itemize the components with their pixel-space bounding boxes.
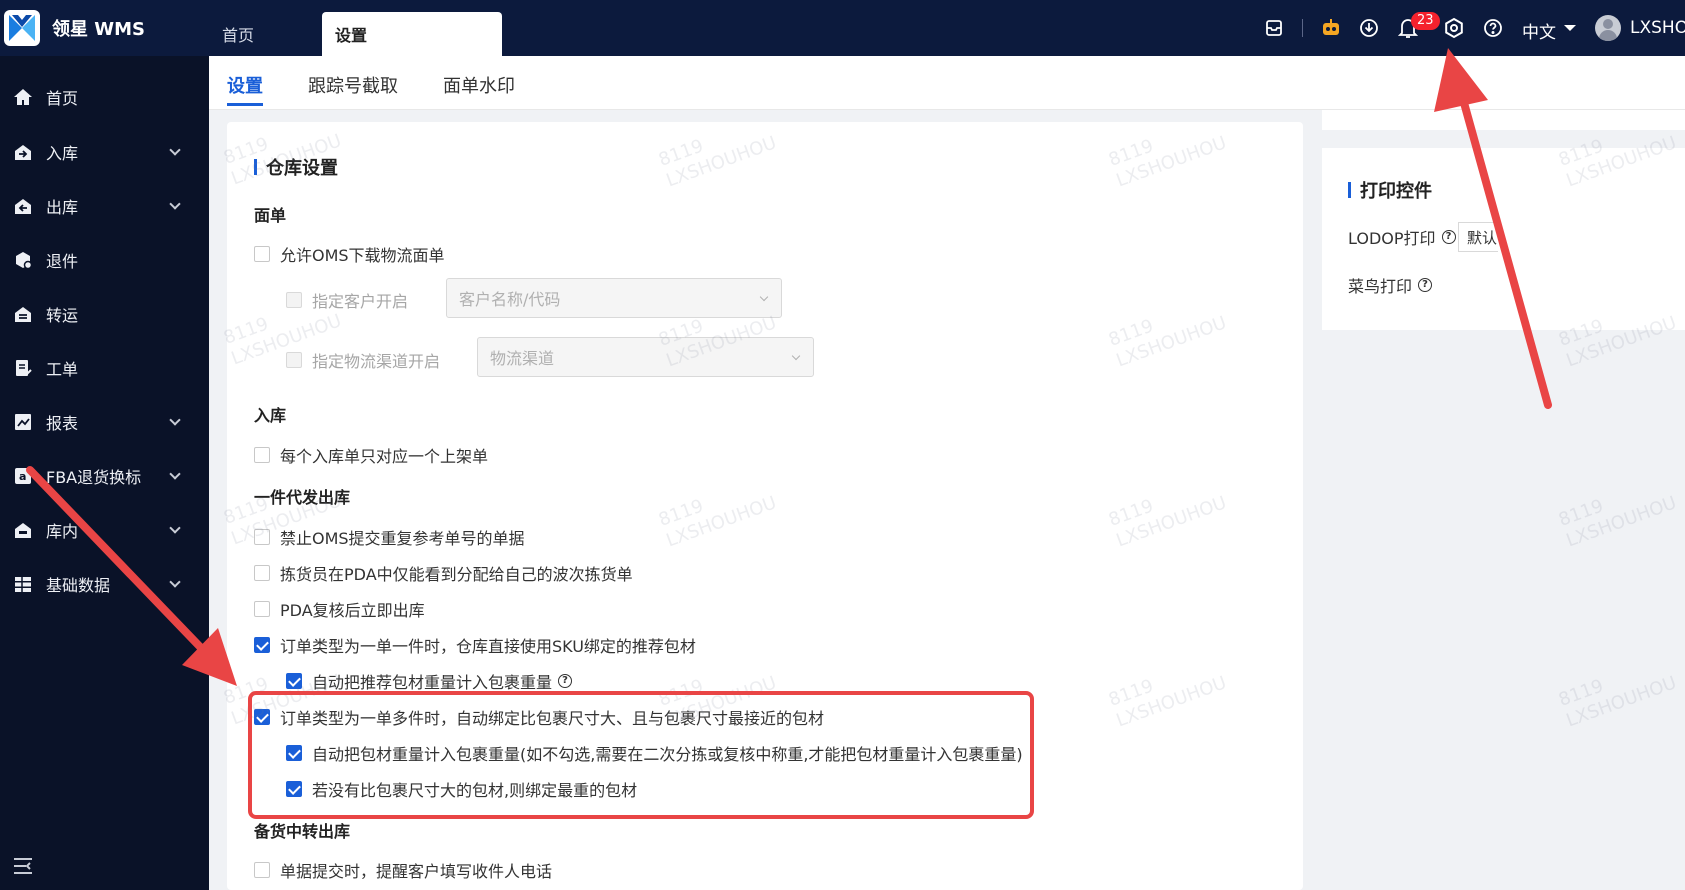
- checkbox[interactable]: [254, 246, 270, 262]
- sidebar-item-inbound[interactable]: 入库: [0, 132, 209, 172]
- sidebar-item-home[interactable]: 首页: [0, 77, 209, 117]
- header-divider: [1302, 19, 1303, 37]
- active-tab-indicator: [227, 103, 263, 106]
- top-tab-settings[interactable]: 设置: [322, 12, 502, 56]
- robot-icon[interactable]: [1319, 16, 1343, 40]
- tab-tracking-number[interactable]: 跟踪号截取: [308, 72, 398, 98]
- chevron-down-icon: [169, 576, 181, 588]
- sidebar-item-label: 库内: [46, 522, 79, 541]
- sidebar-item-label: 转运: [46, 306, 79, 325]
- sidebar-item-outbound[interactable]: 出库: [0, 186, 209, 226]
- help-icon[interactable]: [1481, 16, 1505, 40]
- group-label-inbound: 入库: [254, 406, 287, 425]
- avatar[interactable]: [1595, 15, 1621, 41]
- channel-select: 物流渠道: [477, 337, 814, 377]
- group-label-stocking: 备货中转出库: [254, 822, 351, 841]
- sidebar-item-label: 退件: [46, 252, 79, 271]
- sidebar-item-base-data[interactable]: 基础数据: [0, 564, 209, 604]
- checkbox[interactable]: [254, 565, 270, 581]
- lodop-printer-select[interactable]: 默认: [1458, 222, 1498, 252]
- watermark: 8119 LXSHOUHOU: [1555, 672, 1680, 732]
- sidebar-item-fba-relabel[interactable]: a FBA退货换标: [0, 456, 209, 496]
- gear-icon[interactable]: [1442, 16, 1466, 40]
- chevron-down-icon: [169, 468, 181, 480]
- home-icon: [12, 86, 34, 108]
- notification-badge: 23: [1411, 12, 1440, 30]
- settings-subtabs: [209, 56, 1685, 110]
- option-allow-oms-download[interactable]: 允许OMS下载物流面单: [254, 242, 445, 266]
- sidebar-item-label: 出库: [46, 198, 79, 217]
- svg-text:a: a: [19, 470, 26, 483]
- chevron-down-icon: [169, 144, 181, 156]
- inbound-icon: [12, 141, 34, 163]
- checkbox: [286, 352, 302, 368]
- checkbox[interactable]: [254, 447, 270, 463]
- watermark: 8119 LXSHOUHOU: [1555, 492, 1680, 552]
- checkbox[interactable]: [254, 601, 270, 617]
- chevron-down-icon: [169, 522, 181, 534]
- sidebar-item-label: 首页: [46, 89, 79, 108]
- report-icon: [12, 411, 34, 433]
- tab-label-watermark[interactable]: 面单水印: [443, 72, 515, 98]
- workorder-icon: [12, 357, 34, 379]
- group-label-waybill: 面单: [254, 206, 287, 225]
- option-pda-ship-after-review[interactable]: PDA复核后立即出库: [254, 597, 425, 621]
- sidebar-item-label: 基础数据: [46, 576, 111, 595]
- database-icon: [12, 573, 34, 595]
- checkbox[interactable]: [254, 862, 270, 878]
- option-remind-phone[interactable]: 单据提交时，提醒客户填写收件人电话: [254, 858, 552, 882]
- sidebar-item-report[interactable]: 报表: [0, 402, 209, 442]
- warehouse-icon: [12, 519, 34, 541]
- option-inbound-one-shelf[interactable]: 每个入库单只对应一个上架单: [254, 443, 488, 467]
- chevron-down-icon[interactable]: [1564, 25, 1576, 31]
- chevron-down-icon: [169, 198, 181, 210]
- collapse-sidebar-icon[interactable]: [12, 856, 34, 876]
- annotation-highlight-box: [248, 691, 1034, 819]
- download-icon[interactable]: [1357, 16, 1381, 40]
- option-picker-own-wave[interactable]: 拣货员在PDA中仅能看到分配给自己的波次拣货单: [254, 561, 633, 585]
- sidebar-item-workorder[interactable]: 工单: [0, 348, 209, 388]
- language-switch[interactable]: 中文: [1522, 18, 1556, 43]
- cainiao-print-row: 菜鸟打印 ?: [1348, 273, 1433, 297]
- return-icon: [12, 249, 34, 271]
- checkbox-checked[interactable]: [254, 637, 270, 653]
- amazon-icon: a: [12, 465, 34, 487]
- top-tab-home[interactable]: 首页: [222, 12, 254, 56]
- sidebar-item-in-warehouse[interactable]: 库内: [0, 510, 209, 550]
- option-specify-channel: 指定物流渠道开启: [286, 348, 440, 372]
- print-settings-title: 打印控件: [1348, 177, 1432, 203]
- app-logo[interactable]: 领星 WMS: [0, 0, 209, 56]
- help-icon[interactable]: ?: [1441, 230, 1456, 244]
- chevron-down-icon: [169, 414, 181, 426]
- lodop-print-row: LODOP打印 ?: [1348, 225, 1456, 249]
- sidebar-item-label: 入库: [46, 144, 79, 163]
- help-icon[interactable]: ?: [558, 674, 573, 688]
- outbound-icon: [12, 195, 34, 217]
- username[interactable]: LXSHO: [1630, 18, 1685, 38]
- sidebar-item-label: FBA退货换标: [46, 468, 142, 487]
- inbox-icon[interactable]: [1262, 16, 1286, 40]
- transfer-icon: [12, 303, 34, 325]
- sidebar-item-returns[interactable]: 退件: [0, 240, 209, 280]
- tab-settings[interactable]: 设置: [227, 72, 263, 98]
- top-bar: 领星 WMS 首页 设置 23 中文 LXSHO: [0, 0, 1685, 56]
- sidebar-item-label: 报表: [46, 414, 79, 433]
- logo-mark-icon: [4, 10, 40, 46]
- app-title: 领星 WMS: [52, 19, 145, 40]
- sidebar-item-transfer[interactable]: 转运: [0, 294, 209, 334]
- help-icon[interactable]: ?: [1418, 278, 1433, 292]
- chevron-down-icon: [791, 351, 801, 361]
- sidebar-item-label: 工单: [46, 360, 79, 379]
